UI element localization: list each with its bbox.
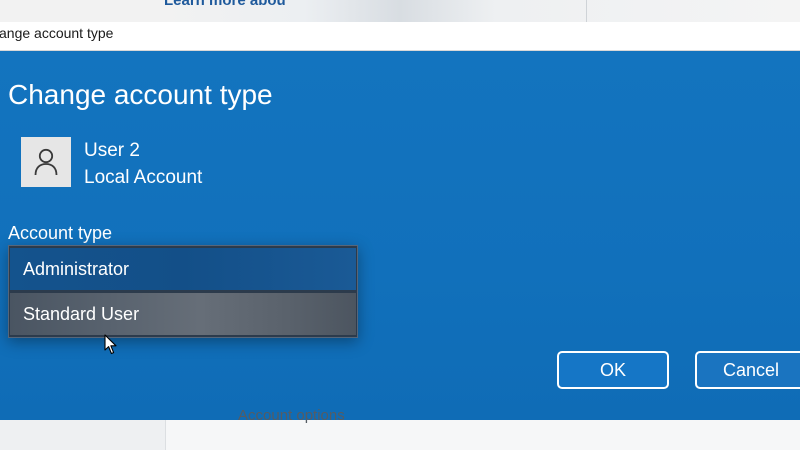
user-account-kind: Local Account [84,167,203,188]
account-type-dropdown[interactable]: Administrator Standard User [8,245,358,338]
dialog-titlebar: ange account type [0,22,800,51]
account-options-text: Account options [238,407,345,424]
dialog-content: Change account type User 2 Local Account… [0,51,800,420]
background-panel [165,420,800,450]
page-title: Change account type [8,79,273,110]
dialog-title: ange account type [0,25,114,41]
option-administrator[interactable]: Administrator [10,248,356,290]
user-icon [34,148,58,176]
option-standard-user[interactable]: Standard User [10,293,356,335]
cancel-button[interactable]: Cancel [695,351,800,389]
change-account-type-dialog: ange account type Change account type Us… [0,22,800,420]
ok-button[interactable]: OK [557,351,669,389]
mouse-cursor-icon [104,334,117,355]
background-footer: Account options [0,407,800,450]
background-divider [586,0,587,22]
user-name: User 2 [84,140,140,161]
screen: Learn more abou ange account type Change… [0,0,800,450]
background-header: Learn more abou [0,0,800,22]
learn-more-link[interactable]: Learn more abou [164,0,286,9]
account-type-label: Account type [8,223,113,243]
avatar [21,137,71,187]
